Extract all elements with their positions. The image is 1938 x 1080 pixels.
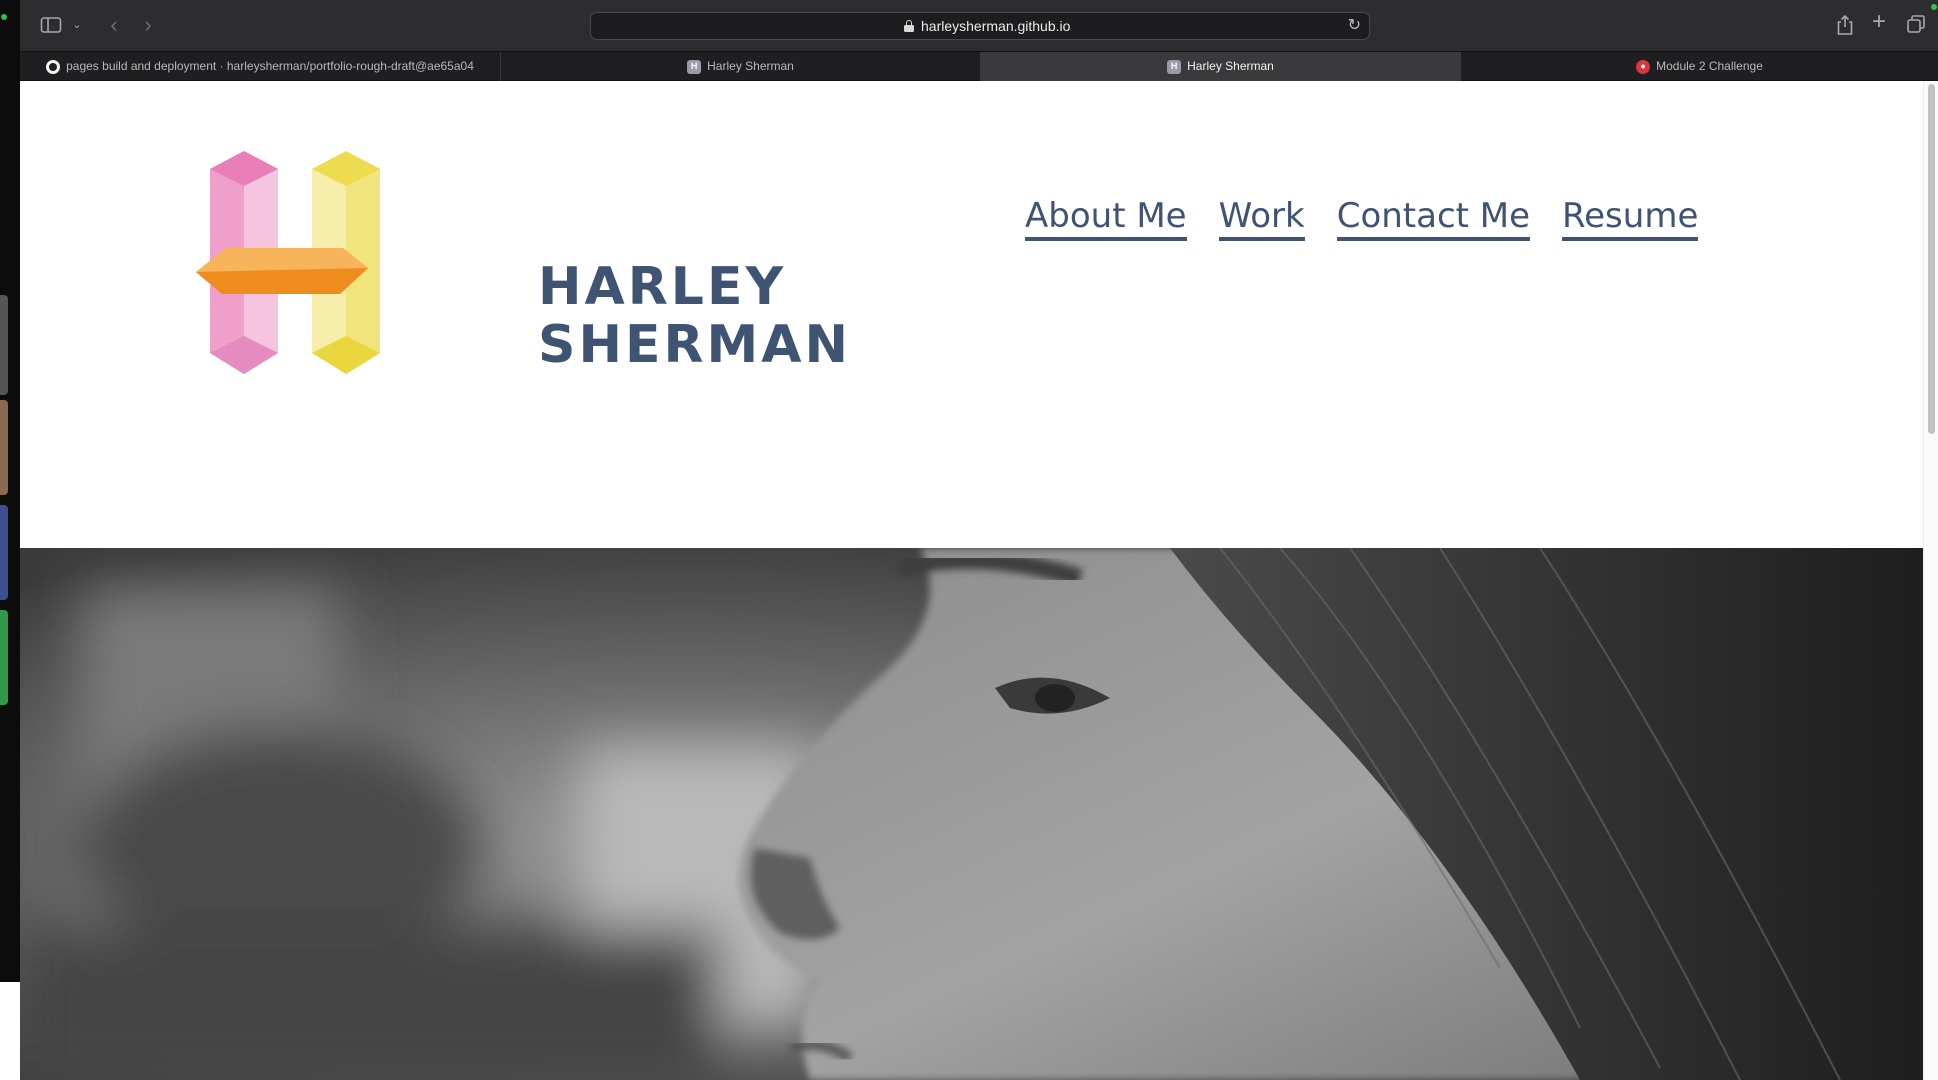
status-dot — [1931, 4, 1937, 10]
logo-line-2: SHERMAN — [538, 315, 852, 375]
window-thumbnail — [0, 400, 8, 495]
h-favicon-icon: H — [1167, 59, 1182, 74]
module-favicon-icon: ● — [1636, 59, 1651, 74]
desktop-edge — [0, 0, 20, 1080]
nav-link-contact-me[interactable]: Contact Me — [1336, 196, 1531, 241]
tab-label: Harley Sherman — [1187, 59, 1274, 73]
browser-toolbar: ⌄ ‹ › harleysherman.github.io ↻ + — [20, 0, 1938, 51]
new-tab-plus-icon[interactable]: + — [1872, 10, 1886, 34]
page-scrollbar[interactable] — [1923, 81, 1938, 1080]
hero-portrait-image — [20, 548, 1923, 1080]
tab-module-2-challenge[interactable]: ● Module 2 Challenge — [1461, 52, 1938, 81]
tab-label: Module 2 Challenge — [1656, 59, 1763, 73]
share-icon[interactable] — [1836, 14, 1854, 36]
nav-link-work[interactable]: Work — [1218, 196, 1305, 241]
status-dot — [1, 14, 7, 20]
logo-line-1: HARLEY — [538, 257, 787, 317]
forward-arrow-icon[interactable]: › — [138, 12, 158, 38]
main-nav: About Me Work Contact Me Resume — [1025, 196, 1699, 241]
scrollbar-thumb[interactable] — [1928, 84, 1935, 434]
tab-github-build[interactable]: pages build and deployment · harleysherm… — [20, 52, 501, 81]
desktop-white-area — [0, 982, 20, 1080]
reload-icon[interactable]: ↻ — [1348, 16, 1361, 36]
window-thumbnail — [0, 505, 8, 600]
h-favicon-icon: H — [687, 59, 702, 74]
tab-label: Harley Sherman — [707, 59, 794, 73]
chevron-down-icon[interactable]: ⌄ — [70, 12, 84, 38]
address-bar[interactable]: harleysherman.github.io ↻ — [590, 12, 1370, 40]
tab-harley-sherman-active[interactable]: H Harley Sherman — [981, 52, 1461, 81]
tab-bar: pages build and deployment · harleysherm… — [20, 51, 1938, 81]
url-text: harleysherman.github.io — [921, 18, 1071, 34]
lock-icon — [904, 20, 914, 32]
logo-wordmark: HARLEY SHERMAN — [538, 258, 851, 374]
crystal-h-icon — [196, 151, 380, 374]
nav-link-about-me[interactable]: About Me — [1025, 196, 1187, 241]
window-thumbnail — [0, 610, 8, 705]
sidebar-toggle-icon[interactable] — [40, 12, 62, 38]
nav-link-resume[interactable]: Resume — [1562, 196, 1699, 241]
github-icon — [46, 59, 61, 74]
site-logo[interactable]: HARLEY SHERMAN — [188, 136, 848, 381]
tab-label: pages build and deployment · harleysherm… — [66, 59, 474, 73]
portrait-photo — [20, 548, 1923, 1080]
web-page: HARLEY SHERMAN About Me Work Contact Me … — [20, 81, 1923, 1080]
browser-window: ⌄ ‹ › harleysherman.github.io ↻ + pages … — [20, 0, 1938, 1080]
window-thumbnail — [0, 295, 8, 395]
tab-overview-icon[interactable] — [1906, 14, 1926, 34]
back-arrow-icon[interactable]: ‹ — [104, 12, 124, 38]
tab-harley-sherman[interactable]: H Harley Sherman — [501, 52, 981, 81]
